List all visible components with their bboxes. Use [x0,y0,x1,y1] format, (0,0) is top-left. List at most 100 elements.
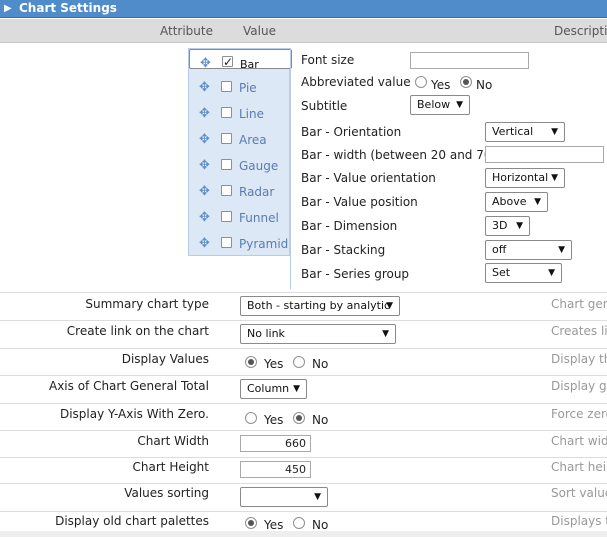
chart-type-tabs: ✥ Bar ✥ Pie ✥ Line ✥ Area ✥ Gauge ✥ Rada… [188,48,292,257]
create-link-label: Create link on the chart [66,324,209,338]
chart-height-input[interactable]: 450 [240,461,311,478]
value-orientation-select[interactable]: Horizontal ▼ [485,168,565,188]
display-values-label: Display Values [121,352,209,366]
values-sorting-select[interactable]: ▼ [240,487,328,507]
display-values-no-label: No [312,357,329,371]
column-header: Attribute Value Descriptio [0,19,607,43]
subtitle-select[interactable]: Below ▼ [410,95,470,115]
stacking-value: off [492,243,507,256]
old-palettes-no-radio[interactable] [293,517,305,529]
tab-label: Pie [239,81,257,95]
tab-line[interactable]: ✥ Line [189,101,290,127]
bar-width-input[interactable] [485,146,604,163]
abbreviated-no-radio[interactable] [460,76,472,88]
tab-radar[interactable]: ✥ Radar [189,179,290,205]
tab-label: Line [239,107,265,121]
display-values-yes-radio[interactable] [245,356,257,368]
axis-general-total-value: Column [247,382,290,395]
pyramid-checkbox[interactable] [221,237,232,248]
display-values-yes-label: Yes [264,357,284,371]
line-checkbox[interactable] [221,107,232,118]
series-group-select[interactable]: Set ▼ [485,263,562,283]
series-group-value: Set [492,266,511,279]
summary-chart-type-desc: Chart gene [551,297,607,311]
column-description: Descriptio [554,24,607,38]
value-position-label: Bar - Value position [301,195,418,209]
tab-pyramid[interactable]: ✥ Pyramid [189,231,290,257]
move-arrows-icon[interactable]: ✥ [200,55,211,73]
font-size-input[interactable] [410,52,529,69]
create-link-select[interactable]: No link ▼ [240,324,396,344]
bar-checkbox[interactable] [222,53,233,71]
move-arrows-icon[interactable]: ✥ [199,236,210,251]
chevron-down-icon: ▼ [551,127,558,137]
move-arrows-icon[interactable]: ✥ [199,210,210,225]
tab-label: Funnel [239,211,279,225]
summary-chart-type-row: Summary chart type Both - starting by an… [0,292,607,320]
orientation-label: Bar - Orientation [301,125,402,139]
area-checkbox[interactable] [221,133,232,144]
abbreviated-yes-radio[interactable] [415,76,427,88]
value-position-select[interactable]: Above ▼ [485,192,548,212]
stacking-label: Bar - Stacking [301,243,386,257]
tab-label: Bar [240,58,259,71]
chevron-down-icon: ▼ [382,329,389,339]
value-orientation-label: Bar - Value orientation [301,171,436,185]
old-palettes-desc: Displays th [551,514,607,528]
abbreviated-value-label: Abbreviated value [301,75,411,89]
panel-title: Chart Settings [19,1,117,15]
collapse-triangle-icon[interactable]: ▶ [4,3,12,14]
tab-gauge[interactable]: ✥ Gauge [189,153,290,179]
tab-area[interactable]: ✥ Area [189,127,290,153]
values-sorting-row: Values sorting ▼ Sort values [0,483,607,511]
abbreviated-yes-label: Yes [431,78,451,92]
move-arrows-icon[interactable]: ✥ [199,184,210,199]
display-values-row: Display Values Yes No Display the [0,348,607,375]
y-axis-zero-yes-radio[interactable] [245,412,257,424]
gauge-checkbox[interactable] [221,159,232,170]
move-arrows-icon[interactable]: ✥ [199,80,210,95]
move-arrows-icon[interactable]: ✥ [199,158,210,173]
tab-label: Pyramid [239,237,289,251]
chevron-down-icon: ▼ [516,221,523,231]
abbreviated-no-label: No [476,78,493,92]
column-attribute: Attribute [160,24,213,38]
axis-general-total-select[interactable]: Column ▼ [240,379,307,399]
axis-general-total-label: Axis of Chart General Total [48,379,209,393]
move-arrows-icon[interactable]: ✥ [199,106,210,121]
orientation-select[interactable]: Vertical ▼ [485,122,565,142]
display-values-desc: Display the [551,352,607,366]
summary-chart-type-select[interactable]: Both - starting by analytic ▼ [240,296,400,316]
orientation-value: Vertical [492,125,534,138]
dimension-select[interactable]: 3D ▼ [485,216,530,236]
subtitle-label: Subtitle [301,99,348,113]
create-link-row: Create link on the chart No link ▼ Create… [0,320,607,348]
pie-checkbox[interactable] [221,81,232,92]
old-palettes-yes-radio[interactable] [245,517,257,529]
chart-width-input[interactable]: 660 [240,435,311,452]
move-arrows-icon[interactable]: ✥ [199,132,210,147]
chevron-down-icon: ▼ [314,492,321,502]
chevron-down-icon: ▼ [534,197,541,207]
chevron-down-icon: ▼ [558,245,565,255]
y-axis-zero-row: Display Y-Axis With Zero. Yes No Force z… [0,403,607,430]
tab-funnel[interactable]: ✥ Funnel [189,205,290,231]
axis-general-total-desc: Display gra [551,379,607,393]
column-value: Value [243,24,276,38]
y-axis-zero-no-label: No [312,413,329,427]
y-axis-zero-no-radio[interactable] [293,412,305,424]
tab-pie[interactable]: ✥ Pie [189,75,290,101]
tab-bar[interactable]: ✥ Bar [189,49,292,71]
panel-title-bar[interactable]: ▶ Chart Settings [0,0,607,18]
chart-width-row: Chart Width 660 Chart width [0,430,607,457]
axis-general-total-row: Axis of Chart General Total Column ▼ Disp… [0,375,607,403]
horizontal-scrollbar[interactable] [0,531,607,537]
y-axis-zero-yes-label: Yes [264,413,284,427]
summary-chart-type-label: Summary chart type [85,297,209,311]
series-group-label: Bar - Series group [301,267,410,281]
display-values-no-radio[interactable] [293,356,305,368]
create-link-value: No link [247,327,285,340]
funnel-checkbox[interactable] [221,211,232,222]
stacking-select[interactable]: off ▼ [485,240,572,260]
radar-checkbox[interactable] [221,185,232,196]
